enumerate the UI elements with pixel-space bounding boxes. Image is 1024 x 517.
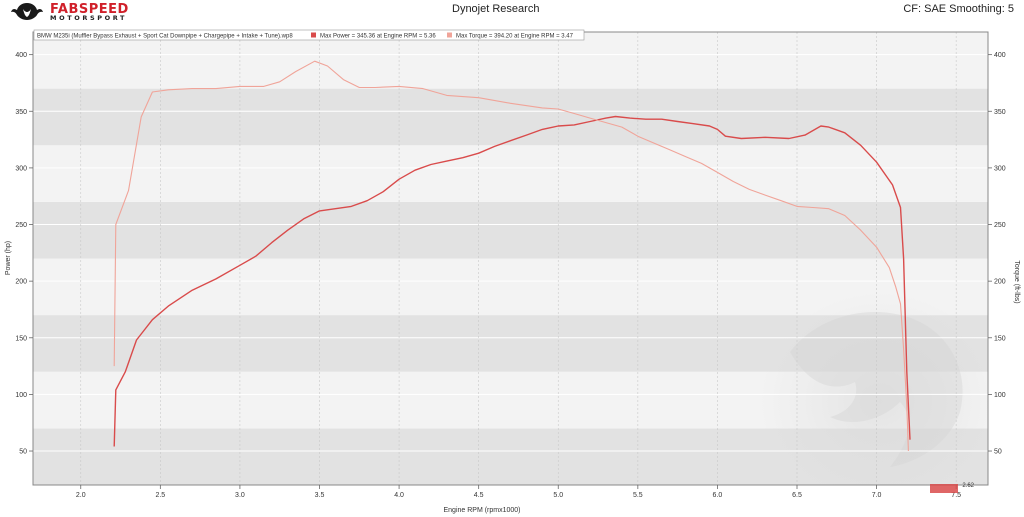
plot-band: [33, 201, 988, 259]
dragon-watermark-icon: [760, 292, 988, 485]
right-tick-label: 250: [994, 222, 1006, 229]
left-tick-label: 250: [15, 222, 27, 229]
x-tick-label: 2.5: [155, 492, 165, 499]
dyno-chart: 2.0 2.5 3.0 3.5 4.0 4.5 5.0 5.5 6.0 6.5 7.0 7.5 50 1…: [0, 22, 1024, 517]
legend: BMW M235i (Muffler Bypass Exhaust + Spor…: [33, 29, 585, 41]
left-tick-label: 350: [15, 109, 27, 116]
brand-subtitle: MOTORSPORT: [50, 14, 128, 22]
x-tick-label: 7.5: [951, 492, 961, 499]
left-tick-label: 100: [15, 392, 27, 399]
x-tick-label: 5.0: [553, 492, 563, 499]
right-tick-label: 400: [994, 52, 1006, 59]
right-tick-label: 300: [994, 165, 1006, 172]
x-tick-label: 4.5: [474, 492, 484, 499]
left-tick-label: 50: [19, 449, 27, 456]
dragon-logo-icon: [11, 3, 43, 20]
legend-max-power: Max Power = 345.36 at Engine RPM = 5.36: [320, 34, 436, 40]
dynoware-logo-icon: [930, 484, 958, 493]
right-tick-label: 200: [994, 279, 1006, 286]
left-tick-label: 300: [15, 165, 27, 172]
left-tick-label: 150: [15, 335, 27, 342]
report-header: FABSPEED MOTORSPORT Dynojet Research CF:…: [0, 0, 1024, 22]
legend-max-torque: Max Torque = 394.20 at Engine RPM = 3.47: [456, 34, 574, 40]
x-tick-label: 5.5: [633, 492, 643, 499]
x-axis-label: Engine RPM (rpmx1000): [443, 507, 520, 514]
left-tick-label: 400: [15, 52, 27, 59]
report-title: Dynojet Research: [452, 3, 540, 15]
plot-band: [33, 88, 988, 146]
right-tick-label: 350: [994, 109, 1006, 116]
x-tick-label: 3.5: [315, 492, 325, 499]
legend-run-name: BMW M235i (Muffler Bypass Exhaust + Spor…: [37, 34, 293, 40]
plot-band: [33, 32, 988, 89]
x-tick-label: 6.5: [792, 492, 802, 499]
right-tick-label: 150: [994, 335, 1006, 342]
left-tick-label: 200: [15, 279, 27, 286]
x-tick-label: 7.0: [872, 492, 882, 499]
x-tick-label: 6.0: [713, 492, 723, 499]
plot-band: [33, 145, 988, 202]
right-tick-label: 50: [994, 449, 1002, 456]
correction-smoothing-info: CF: SAE Smoothing: 5: [903, 3, 1014, 15]
right-tick-label: 100: [994, 392, 1006, 399]
right-axis-label: Torque (ft-lbs): [1013, 260, 1020, 303]
left-axis-label: Power (hp): [5, 241, 12, 275]
x-tick-label: 3.0: [235, 492, 245, 499]
legend-power-swatch: [311, 32, 316, 38]
x-tick-label: 2.0: [76, 492, 86, 499]
version-label: 2.62: [962, 483, 974, 489]
legend-torque-swatch: [447, 32, 452, 38]
x-tick-label: 4.0: [394, 492, 404, 499]
